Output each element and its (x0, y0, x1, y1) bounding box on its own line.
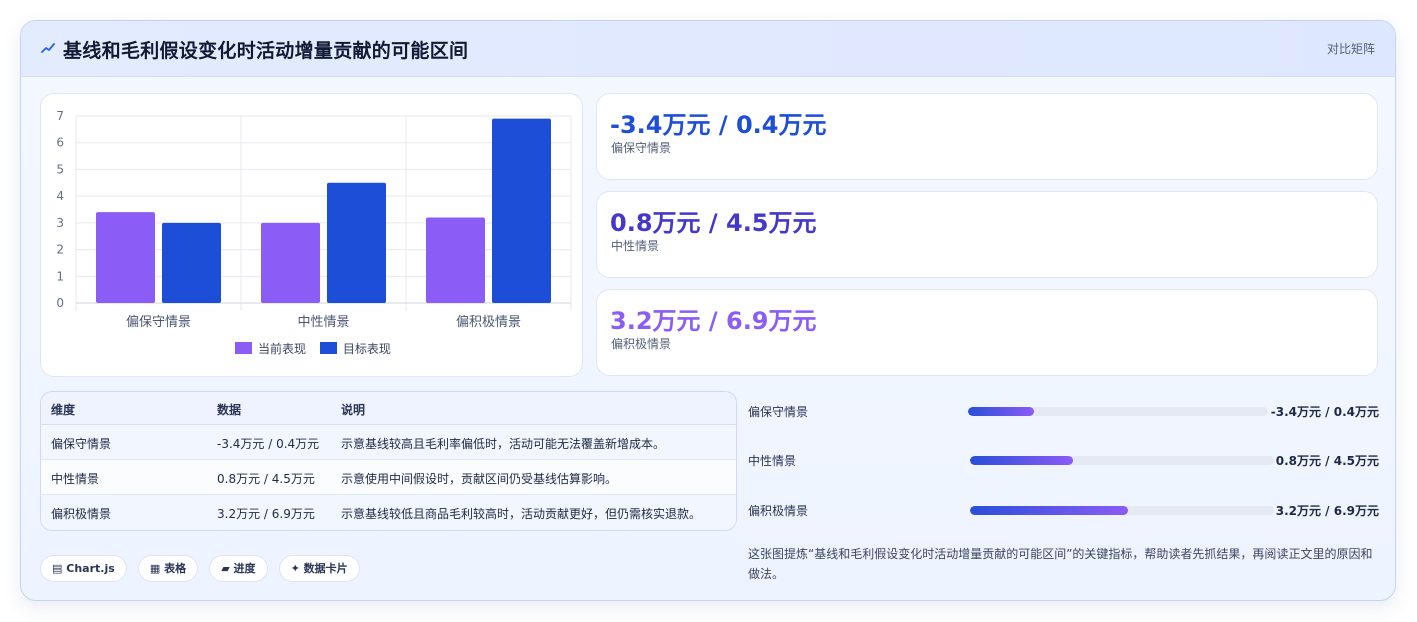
legend-label-current: 当前表现 (258, 342, 307, 356)
legend-item-target[interactable]: 目标表现 (319, 340, 391, 357)
trend-line-icon (41, 43, 55, 53)
table-cell: 3.2万元 / 6.9万元 (217, 507, 315, 521)
bar-chart: 0 1 2 3 4 5 6 7 偏保守情景 中性情景 偏积极情景 (56, 109, 572, 330)
progress-fill (968, 407, 1034, 416)
bar (261, 222, 320, 303)
table-cell: 0.8万元 / 4.5万元 (217, 472, 315, 486)
progress-value: -3.4万元 / 0.4万元 (1270, 405, 1379, 419)
summary-note: 这张图提炼“基线和毛利假设变化时活动增量贡献的可能区间”的关键指标，帮助读者先抓… (748, 547, 1373, 581)
bar-chart-card: 0 1 2 3 4 5 6 7 偏保守情景 中性情景 偏积极情景 当前表现 目标表现 (40, 93, 583, 377)
legend-item-current[interactable]: 当前表现 (235, 340, 306, 357)
progress-label: 偏保守情景 (748, 405, 809, 419)
chip-chartjs[interactable]: ▤ Chart.js (40, 555, 127, 582)
table-row: 中性情景 0.8万元 / 4.5万元 示意使用中间假设时，贡献区间仍受基线估算影… (41, 460, 736, 495)
feature-chips: ▤ Chart.js ▦ 表格 ▰ 进度 ✦ 数据卡片 (40, 555, 366, 582)
progress-icon: ▰ (221, 562, 230, 575)
y-tick-label: 7 (56, 109, 64, 123)
progress-label: 中性情景 (748, 454, 797, 468)
progress-value: 3.2万元 / 6.9万元 (1275, 504, 1379, 518)
progress-row: 偏积极情景 3.2万元 / 6.9万元 (748, 500, 1379, 520)
chart-icon: ▤ (52, 562, 63, 575)
table-cell: 示意基线较高且毛利率偏低时，活动可能无法覆盖新增成本。 (341, 437, 666, 451)
column-header: 数据 (217, 403, 242, 417)
stat-value: 0.8万元 / 4.5万元 (610, 209, 817, 237)
table-icon: ▦ (149, 562, 161, 575)
y-tick-label: 3 (56, 216, 64, 230)
legend-swatch-current (235, 342, 252, 354)
table-cell: 中性情景 (51, 472, 100, 486)
stat-card-aggressive: 3.2万元 / 6.9万元 偏积极情景 (596, 289, 1378, 376)
infographic-panel: 基线和毛利假设变化时活动增量贡献的可能区间 对比矩阵 0 1 2 3 4 5 6 7 偏保守情景… (20, 20, 1396, 601)
progress-fill (970, 456, 1074, 465)
progress-label: 偏积极情景 (748, 504, 809, 518)
chip-label: Chart.js (66, 562, 115, 575)
bar (492, 118, 551, 303)
progress-track (970, 456, 1274, 465)
column-header: 维度 (51, 403, 76, 417)
table-row: 偏保守情景 -3.4万元 / 0.4万元 示意基线较高且毛利率偏低时，活动可能无… (41, 425, 736, 460)
stat-card-neutral: 0.8万元 / 4.5万元 中性情景 (596, 191, 1378, 278)
stat-label: 偏积极情景 (611, 337, 672, 351)
bar (162, 222, 221, 303)
chip-label: 数据卡片 (303, 562, 348, 575)
table-cell: 示意基线较低且商品毛利较高时，活动贡献更好，但仍需核实退款。 (341, 507, 702, 521)
y-tick-label: 1 (56, 269, 64, 283)
data-table: 维度 数据 说明 偏保守情景 -3.4万元 / 0.4万元 示意基线较高且毛利率… (40, 391, 737, 531)
bar (327, 182, 386, 303)
y-tick-label: 0 (56, 296, 64, 310)
stat-label: 中性情景 (611, 239, 660, 253)
y-tick-label: 5 (56, 162, 64, 176)
progress-fill (970, 506, 1129, 515)
column-header: 说明 (341, 403, 366, 417)
chip-data-cards[interactable]: ✦ 数据卡片 (278, 555, 360, 582)
legend-label-target: 目标表现 (342, 342, 391, 356)
table-row: 偏积极情景 3.2万元 / 6.9万元 示意基线较低且商品毛利较高时，活动贡献更… (41, 495, 736, 530)
chart-legend: 当前表现 目标表现 (235, 340, 401, 357)
table-header-row: 维度 数据 说明 (41, 392, 736, 425)
chip-label: 进度 (233, 562, 256, 575)
progress-row: 偏保守情景 -3.4万元 / 0.4万元 (748, 401, 1379, 421)
stat-value: 3.2万元 / 6.9万元 (610, 307, 817, 335)
chip-label: 表格 (164, 562, 187, 575)
bar (426, 217, 485, 303)
sparkle-icon: ✦ (290, 562, 300, 575)
page-title: 基线和毛利假设变化时活动增量贡献的可能区间 (63, 40, 469, 62)
progress-row: 中性情景 0.8万元 / 4.5万元 (748, 450, 1379, 470)
legend-swatch-target (319, 342, 337, 354)
bar (96, 212, 155, 303)
stat-label: 偏保守情景 (611, 141, 672, 155)
table-cell: 偏积极情景 (51, 507, 112, 521)
panel-header: 基线和毛利假设变化时活动增量贡献的可能区间 对比矩阵 (21, 21, 1395, 77)
progress-track (970, 506, 1274, 515)
progress-track (968, 407, 1268, 416)
x-tick-label: 偏保守情景 (126, 315, 191, 330)
stat-value: -3.4万元 / 0.4万元 (610, 111, 827, 139)
y-tick-label: 4 (56, 189, 64, 203)
x-tick-label: 中性情景 (297, 315, 349, 330)
x-tick-label: 偏积极情景 (456, 315, 521, 330)
chip-table[interactable]: ▦ 表格 (137, 555, 199, 582)
chip-progress[interactable]: ▰ 进度 (209, 555, 268, 582)
view-tag: 对比矩阵 (1326, 42, 1375, 56)
stat-card-conservative: -3.4万元 / 0.4万元 偏保守情景 (596, 93, 1378, 180)
table-cell: -3.4万元 / 0.4万元 (217, 437, 320, 451)
y-tick-label: 2 (56, 243, 64, 257)
y-tick-label: 6 (56, 136, 64, 150)
table-cell: 偏保守情景 (51, 437, 112, 451)
progress-value: 0.8万元 / 4.5万元 (1275, 454, 1379, 468)
table-cell: 示意使用中间假设时，贡献区间仍受基线估算影响。 (341, 472, 618, 486)
